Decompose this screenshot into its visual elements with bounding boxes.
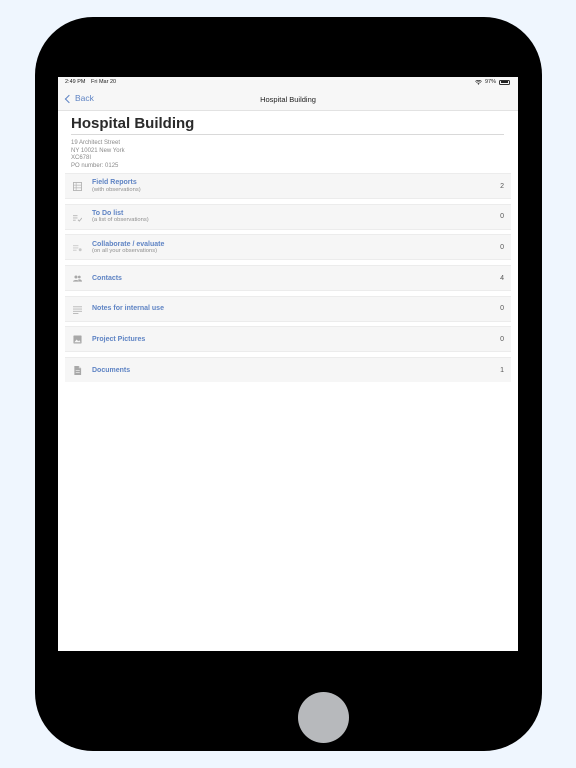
- item-label: Field Reports: [92, 179, 137, 187]
- status-time: 2:49 PM: [65, 79, 86, 85]
- item-count: 1: [500, 366, 504, 374]
- status-indicators: 97%: [475, 79, 510, 85]
- app-screen: 2:49 PM Fri Mar 20 97% Back Hospital Bui…: [58, 77, 518, 651]
- item-label: To Do list: [92, 209, 124, 217]
- project-menu-list: Field Reports (with observations) 2 To D…: [65, 173, 511, 387]
- list-item-todo[interactable]: To Do list (a list of observations) 0: [65, 203, 511, 230]
- checklist-icon: [73, 214, 82, 222]
- home-button[interactable]: [298, 692, 349, 743]
- item-label: Project Pictures: [92, 335, 146, 343]
- item-label: Documents: [92, 366, 131, 374]
- page-title: Hospital Building: [71, 115, 195, 132]
- nav-title: Hospital Building: [260, 95, 316, 104]
- list-item-notes[interactable]: Notes for internal use 0: [65, 295, 511, 322]
- item-count: 0: [500, 335, 504, 343]
- address-line: PO number: 0125: [71, 162, 119, 169]
- item-count: 0: [500, 243, 504, 251]
- item-count: 0: [500, 305, 504, 313]
- list-item-collaborate[interactable]: Collaborate / evaluate (on all your obse…: [65, 234, 511, 261]
- item-count: 4: [500, 274, 504, 282]
- grid-report-icon: [73, 182, 82, 191]
- item-label: Collaborate / evaluate: [92, 240, 165, 248]
- list-item-field-reports[interactable]: Field Reports (with observations) 2: [65, 173, 511, 199]
- item-label: Notes for internal use: [92, 305, 164, 313]
- notes-icon: [73, 306, 82, 314]
- item-label: Contacts: [92, 274, 122, 282]
- address-line: XC678I: [71, 155, 92, 161]
- wifi-icon: [475, 79, 482, 85]
- people-icon: [73, 275, 82, 282]
- image-icon: [73, 335, 82, 344]
- status-bar: 2:49 PM Fri Mar 20 97%: [58, 77, 518, 88]
- address-line: NY 10021 New York: [71, 147, 125, 154]
- item-count: 0: [500, 213, 504, 221]
- status-time-date: 2:49 PM Fri Mar 20: [65, 79, 116, 85]
- title-divider: [71, 134, 504, 135]
- battery-percent: 97%: [484, 79, 496, 85]
- list-item-documents[interactable]: Documents 1: [65, 357, 511, 383]
- battery-icon: [499, 79, 510, 85]
- project-address: 19 Architect Street NY 10021 New York XC…: [71, 140, 125, 170]
- address-line: 19 Architect Street: [71, 140, 121, 146]
- list-item-contacts[interactable]: Contacts 4: [65, 265, 511, 292]
- document-icon: [74, 366, 82, 376]
- item-sublabel: (with observations): [92, 186, 141, 193]
- list-item-project-pictures[interactable]: Project Pictures 0: [65, 326, 511, 353]
- status-date: Fri Mar 20: [91, 79, 117, 85]
- navigation-bar: Back Hospital Building: [58, 88, 518, 111]
- item-sublabel: (on all your observations): [92, 248, 158, 255]
- item-sublabel: (a list of observations): [92, 217, 149, 224]
- list-star-icon: [73, 245, 82, 252]
- item-count: 2: [500, 182, 504, 190]
